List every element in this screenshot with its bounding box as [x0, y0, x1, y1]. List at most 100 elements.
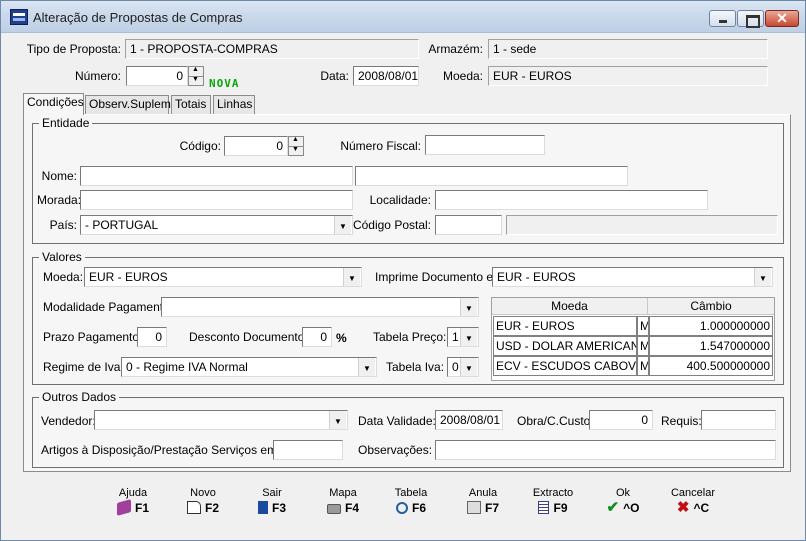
maximize-button[interactable]	[737, 10, 764, 28]
table-row-flag[interactable]: M	[637, 356, 649, 376]
obra-custo-field[interactable]: 0	[589, 410, 653, 430]
numero-label: Número:	[74, 69, 121, 83]
chevron-down-icon[interactable]	[358, 358, 375, 376]
morada-field[interactable]	[80, 190, 353, 210]
minimize-button[interactable]	[709, 10, 736, 27]
table-row-flag[interactable]: M	[637, 336, 649, 356]
app-icon	[10, 9, 28, 25]
nome-field-2[interactable]	[355, 166, 628, 186]
codigo-spinner[interactable]	[288, 136, 304, 156]
moeda-select[interactable]: EUR - EUROS	[84, 267, 362, 287]
chevron-down-icon[interactable]	[343, 268, 360, 286]
table-row-cambio[interactable]: 1.547000000	[649, 336, 773, 356]
new-document-icon	[186, 501, 201, 514]
table-row-moeda[interactable]: EUR - EUROS	[493, 316, 637, 336]
armazem-field[interactable]: 1 - sede	[488, 39, 768, 59]
table-row-cambio[interactable]: 400.500000000	[649, 356, 773, 376]
tab-condicoes[interactable]: Condições	[23, 93, 84, 115]
magnifier-table-icon	[395, 502, 408, 514]
tabela-key: F6	[411, 501, 426, 515]
morada-label: Morada:	[37, 193, 82, 207]
chevron-down-icon[interactable]	[329, 411, 346, 429]
pais-label: País:	[49, 218, 77, 232]
artigos-field[interactable]	[273, 440, 343, 460]
tipo-proposta-field[interactable]: 1 - PROPOSTA-COMPRAS	[125, 39, 419, 59]
anula-key: F7	[484, 501, 499, 515]
cancel-document-icon	[466, 501, 481, 514]
tab-linhas[interactable]: Linhas	[213, 95, 255, 114]
tab-observ-suplem[interactable]: Observ.Suplem.	[85, 95, 174, 114]
data-validade-label: Data Validade:	[358, 414, 436, 428]
tabela-label: Tabela	[394, 487, 428, 499]
requis-field[interactable]	[701, 410, 776, 430]
extracto-button[interactable]: Extracto F9	[523, 487, 583, 516]
anula-button[interactable]: Anula F7	[453, 487, 513, 516]
codigo-field[interactable]: 0	[224, 136, 288, 156]
modalidade-label: Modalidade Pagamento:	[43, 300, 174, 314]
prazo-field[interactable]: 0	[137, 327, 167, 347]
moeda-header-field[interactable]: EUR - EUROS	[488, 66, 768, 86]
imprime-label: Imprime Documento em:	[375, 270, 507, 284]
tipo-proposta-label: Tipo de Proposta:	[26, 42, 121, 56]
observacoes-field[interactable]	[435, 440, 776, 460]
chevron-down-icon[interactable]	[334, 216, 351, 234]
nome-field[interactable]	[80, 166, 353, 186]
chevron-down-icon[interactable]	[460, 328, 477, 346]
ok-key: ^O	[623, 501, 640, 515]
tabela-iva-value: 0	[452, 360, 459, 374]
moeda-value: EUR - EUROS	[89, 270, 168, 284]
table-row-cambio[interactable]: 1.000000000	[649, 316, 773, 336]
title-bar[interactable]: Alteração de Propostas de Compras ✕	[1, 1, 805, 33]
table-row-flag[interactable]: M	[637, 316, 649, 336]
list-document-icon	[538, 501, 550, 514]
close-button[interactable]: ✕	[765, 10, 799, 27]
imprime-select[interactable]: EUR - EUROS	[492, 267, 773, 287]
book-icon	[116, 499, 131, 516]
currency-grid[interactable]: Moeda Câmbio EUR - EUROS M 1.000000000 U…	[491, 297, 775, 381]
codigo-postal-label: Código Postal:	[352, 218, 431, 232]
novo-key: F2	[204, 501, 219, 515]
artigos-label: Artigos à Disposição/Prestação Serviços …	[41, 443, 281, 457]
numero-fiscal-label: Número Fiscal:	[340, 139, 421, 153]
codigo-postal-desc-field	[506, 215, 778, 235]
prazo-label: Prazo Pagamento:	[43, 330, 143, 344]
modalidade-select[interactable]	[161, 297, 479, 317]
tabela-button[interactable]: Tabela F6	[381, 487, 441, 516]
numero-field[interactable]: 0	[126, 66, 188, 86]
grid-header-moeda: Moeda	[492, 298, 648, 315]
localidade-field[interactable]	[435, 190, 708, 210]
obra-custo-label: Obra/C.Custo	[517, 414, 591, 428]
codigo-postal-field[interactable]	[435, 215, 502, 235]
data-field[interactable]: 2008/08/01	[353, 66, 419, 86]
chevron-down-icon[interactable]	[754, 268, 771, 286]
extracto-key: F9	[553, 501, 568, 515]
sair-button[interactable]: Sair F3	[242, 487, 302, 516]
novo-label: Novo	[190, 487, 216, 499]
mapa-key: F4	[344, 501, 359, 515]
desconto-field[interactable]: 0	[302, 327, 332, 347]
percent-sign: %	[336, 331, 347, 345]
data-validade-field[interactable]: 2008/08/01	[435, 410, 503, 430]
codigo-label: Código:	[179, 139, 221, 153]
tabela-iva-label: Tabela Iva:	[386, 360, 445, 374]
entidade-title: Entidade	[39, 116, 93, 130]
ok-button[interactable]: Ok ✔ ^O	[593, 487, 653, 516]
tabela-iva-select[interactable]: 0	[447, 357, 479, 377]
novo-button[interactable]: Novo F2	[173, 487, 233, 516]
table-row-moeda[interactable]: ECV - ESCUDOS CABOVERD	[493, 356, 637, 376]
cancelar-button[interactable]: Cancelar ✖ ^C	[663, 487, 723, 516]
numero-fiscal-field[interactable]	[425, 135, 545, 155]
numero-spinner[interactable]	[188, 66, 204, 86]
pais-select[interactable]: - PORTUGAL	[80, 215, 353, 235]
mapa-button[interactable]: Mapa F4	[313, 487, 373, 516]
chevron-down-icon[interactable]	[460, 358, 477, 376]
tabela-preco-select[interactable]: 1	[447, 327, 479, 347]
chevron-down-icon[interactable]	[460, 298, 477, 316]
tab-totais[interactable]: Totais	[171, 95, 211, 114]
vendedor-select[interactable]	[94, 410, 348, 430]
table-row-moeda[interactable]: USD - DOLAR AMERICANO	[493, 336, 637, 356]
grid-header-cambio: Câmbio	[648, 298, 774, 315]
tabela-preco-value: 1	[452, 330, 459, 344]
regime-iva-select[interactable]: 0 - Regime IVA Normal	[121, 357, 377, 377]
ajuda-button[interactable]: Ajuda F1	[103, 487, 163, 516]
